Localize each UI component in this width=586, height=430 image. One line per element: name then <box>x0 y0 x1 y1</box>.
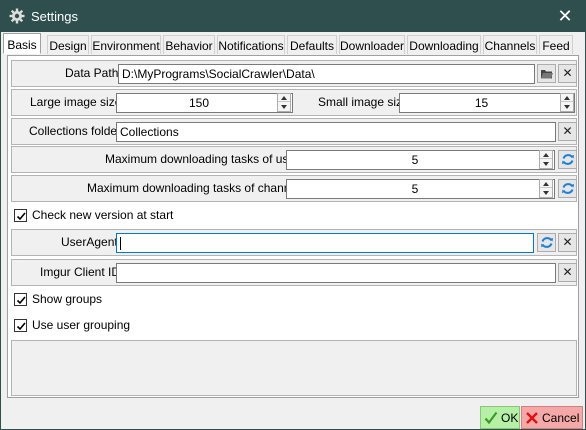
max-channels-label: Maximum downloading tasks of channels <box>87 181 306 195</box>
max-users-label: Maximum downloading tasks of users <box>105 152 306 166</box>
collections-input[interactable]: Collections <box>116 122 556 142</box>
small-image-stepper[interactable] <box>560 93 574 112</box>
tab-channels[interactable]: Channels <box>483 35 537 54</box>
show-groups-checkbox[interactable] <box>14 293 27 306</box>
stepper-down[interactable] <box>278 103 290 111</box>
empty-area <box>11 340 577 396</box>
window-title: Settings <box>31 9 78 24</box>
check-version-row: Check new version at start <box>11 203 577 228</box>
small-image-input[interactable]: 15 <box>399 93 575 113</box>
stepper-up[interactable] <box>278 94 290 102</box>
max-channels-row: Maximum downloading tasks of channels 5 <box>11 175 577 202</box>
tab-strip: Basis Design Environment Behavior Notifi… <box>3 33 583 54</box>
stepper-up[interactable] <box>540 151 552 159</box>
stepper-up[interactable] <box>561 94 573 102</box>
clear-collections-button[interactable]: ✕ <box>558 122 577 141</box>
stepper-down[interactable] <box>540 160 552 168</box>
max-users-input[interactable]: 5 <box>286 150 555 170</box>
data-path-row: Data Path D:\MyPrograms\SocialCrawler\Da… <box>11 60 577 87</box>
check-version-checkbox[interactable] <box>14 209 27 222</box>
data-path-label: Data Path <box>65 66 119 80</box>
small-image-label: Small image size <box>318 95 409 109</box>
tab-feed[interactable]: Feed <box>539 35 573 54</box>
cancel-button[interactable]: Cancel <box>521 406 583 429</box>
clear-imgur-button[interactable]: ✕ <box>558 263 577 282</box>
user-agent-label: UserAgent <box>61 235 118 249</box>
stepper-down[interactable] <box>561 103 573 111</box>
tab-notifications[interactable]: Notifications <box>217 35 285 54</box>
settings-window: Settings ✕ Basis Design Environment Beha… <box>0 0 586 430</box>
check-version-label: Check new version at start <box>32 208 174 222</box>
imgur-input[interactable] <box>116 263 556 283</box>
cancel-label: Cancel <box>542 411 580 425</box>
user-grouping-label: Use user grouping <box>32 318 131 332</box>
tab-defaults[interactable]: Defaults <box>287 35 337 54</box>
user-grouping-row: Use user grouping <box>11 313 577 338</box>
stepper-down[interactable] <box>540 189 552 197</box>
max-channels-input[interactable]: 5 <box>286 179 555 199</box>
cancel-icon <box>526 412 538 424</box>
tab-downloading[interactable]: Downloading <box>407 35 481 54</box>
refresh-icon[interactable] <box>558 150 577 169</box>
max-users-row: Maximum downloading tasks of users 5 <box>11 146 577 173</box>
imgur-row: Imgur Client ID ✕ <box>11 259 577 286</box>
text-caret <box>120 237 121 250</box>
large-image-stepper[interactable] <box>277 93 291 112</box>
image-size-row: Large image size 150 Small image size 15 <box>11 89 577 116</box>
clear-data-path-button[interactable]: ✕ <box>558 64 577 83</box>
large-image-label: Large image size <box>30 95 122 109</box>
tab-behavior[interactable]: Behavior <box>163 35 215 54</box>
tab-downloader[interactable]: Downloader <box>339 35 405 54</box>
imgur-label: Imgur Client ID <box>40 265 121 279</box>
basis-panel: Data Path D:\MyPrograms\SocialCrawler\Da… <box>7 55 579 398</box>
user-grouping-checkbox[interactable] <box>14 319 27 332</box>
refresh-icon[interactable] <box>558 179 577 198</box>
user-agent-input[interactable] <box>116 233 534 253</box>
large-image-input[interactable]: 150 <box>116 93 293 113</box>
title-bar: Settings ✕ <box>1 1 585 32</box>
max-users-stepper[interactable] <box>539 150 553 169</box>
show-groups-label: Show groups <box>32 292 103 306</box>
show-groups-row: Show groups <box>11 287 577 312</box>
tab-environment[interactable]: Environment <box>91 35 161 54</box>
checkmark-icon <box>484 411 498 425</box>
close-window-button[interactable]: ✕ <box>555 6 575 26</box>
user-agent-row: UserAgent ✕ <box>11 229 577 256</box>
collections-label: Collections folder <box>29 124 122 138</box>
tab-basis[interactable]: Basis <box>3 33 41 54</box>
gear-icon <box>9 8 25 24</box>
stepper-up[interactable] <box>540 180 552 188</box>
ok-button[interactable]: OK <box>480 406 520 429</box>
refresh-icon[interactable] <box>537 233 556 252</box>
ok-label: OK <box>501 411 519 425</box>
folder-open-icon[interactable] <box>537 64 556 83</box>
tab-design[interactable]: Design <box>47 35 89 54</box>
data-path-input[interactable]: D:\MyPrograms\SocialCrawler\Data\ <box>118 64 535 84</box>
collections-row: Collections folder Collections ✕ <box>11 118 577 145</box>
max-channels-stepper[interactable] <box>539 179 553 198</box>
clear-user-agent-button[interactable]: ✕ <box>558 233 577 252</box>
